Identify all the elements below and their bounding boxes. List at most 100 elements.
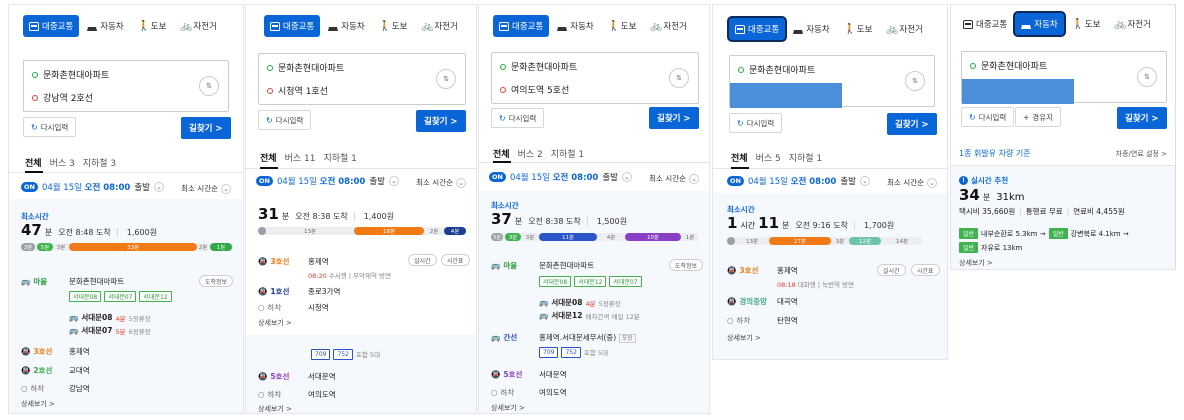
step-name[interactable]: 시청역 <box>308 302 329 313</box>
destination-field[interactable]: 시청역 1호선 <box>267 84 328 97</box>
step-name[interactable]: 교대역 <box>69 365 90 376</box>
step-name[interactable]: 문화촌현대아파트 <box>69 276 124 287</box>
reset-button[interactable]: ↻ 다시입력 <box>258 110 312 130</box>
departure-time-selector[interactable]: ON 04월 15일 오전 08:00 출발 ⌄ <box>489 171 632 183</box>
reset-button[interactable]: ↻ 다시입력 <box>491 108 545 128</box>
detail-link[interactable]: 상세보기 > <box>727 333 761 343</box>
mode-bike-tab[interactable]: 🚲 자전거 <box>1108 13 1156 35</box>
bus-chip[interactable]: 709 <box>311 349 331 360</box>
search-route-button[interactable]: 길찾기 > <box>1117 107 1167 129</box>
step-name[interactable]: 홍제역 <box>777 265 798 276</box>
realtime-button[interactable]: 실시간 <box>877 264 906 276</box>
bus-chip[interactable]: 709 <box>539 347 559 358</box>
reset-button[interactable]: ↻ 다시입력 <box>729 113 783 133</box>
bus-chip[interactable]: 752 <box>561 347 581 358</box>
bus-chip[interactable]: 서대문12 <box>139 291 172 302</box>
sort-selector[interactable]: 최소 시간순 ⌄ <box>649 173 699 184</box>
reset-button[interactable]: ↻ 다시입력 <box>23 117 77 137</box>
mode-car-tab[interactable]: 자동차 <box>551 15 599 37</box>
tab-subway[interactable]: 지하철 3 <box>83 156 116 169</box>
tab-bus[interactable]: 버스 3 <box>50 156 75 169</box>
step-name[interactable]: 홍제역 <box>69 346 90 357</box>
mode-car-tab[interactable]: 자동차 <box>81 15 129 37</box>
search-route-button[interactable]: 길찾기 > <box>887 113 937 135</box>
mode-transit-tab[interactable]: 대중교통 <box>23 15 80 37</box>
mode-transit-tab[interactable]: 대중교통 <box>729 18 786 40</box>
detail-link[interactable]: 상세보기 > <box>959 258 993 268</box>
destination-field[interactable]: 강남역 2호선 <box>32 91 93 104</box>
swap-icon[interactable]: ⇅ <box>1137 67 1157 87</box>
bus-chip[interactable]: 752 <box>333 349 353 360</box>
step-name[interactable]: 강남역 <box>69 383 90 394</box>
step-name[interactable]: 종로3가역 <box>308 286 340 297</box>
destination-field-masked[interactable] <box>730 83 842 108</box>
mode-walk-tab[interactable]: 🚶 도보 <box>132 15 173 37</box>
tab-all[interactable]: 전체 <box>731 151 748 164</box>
detail-link[interactable]: 상세보기 > <box>491 403 525 413</box>
origin-field[interactable]: 문화촌현대아파트 <box>970 59 1047 72</box>
swap-icon[interactable]: ⇅ <box>905 71 925 91</box>
result-item[interactable]: 최소시간 47 분 오전 8:48 도착 | 1,600원 3분 5분 3분 33분 … <box>9 199 243 413</box>
bus-chip[interactable]: 서대문12 <box>574 276 607 287</box>
result-item-extended[interactable]: 709 752 포함 5대 🚇 5호선 서대문역 ○ 하차 여의도역 상세보기 > <box>246 335 476 413</box>
add-waypoint-button[interactable]: + 경유지 <box>1015 107 1061 127</box>
tab-subway[interactable]: 지하철 1 <box>323 151 356 164</box>
mode-walk-tab[interactable]: 🚶 도보 <box>1066 13 1107 35</box>
result-item[interactable]: 31 분 오전 8:38 도착 | 1,400원 13분 18분 2분 4분 🚇 3호선… <box>246 193 476 333</box>
departure-time-selector[interactable]: ON 04월 15일 오전 08:00 출발 ⌄ <box>727 175 870 187</box>
realtime-button[interactable]: 실시간 <box>408 254 437 266</box>
mode-walk-tab[interactable]: 🚶 도보 <box>838 18 879 40</box>
arrival-info-button[interactable]: 도착정보 <box>669 259 704 271</box>
mode-transit-tab[interactable]: 대중교통 <box>493 15 550 37</box>
departure-time-selector[interactable]: ON 04월 15일 오전 08:00 출발 ⌄ <box>21 181 164 193</box>
sort-selector[interactable]: 최소 시간순 ⌄ <box>887 177 937 188</box>
step-name[interactable]: 홍제역.서대문세무서(중) 포함 <box>539 332 636 343</box>
mode-car-tab[interactable]: 자동차 <box>787 18 835 40</box>
origin-field[interactable]: 문화촌현대아파트 <box>32 68 109 81</box>
mode-walk-tab[interactable]: 🚶 도보 <box>373 15 414 37</box>
schedule-button[interactable]: 시간표 <box>911 264 940 276</box>
car-setting-link[interactable]: 차종/연료 설정 > <box>1116 149 1167 159</box>
bus-chip[interactable]: 서대문07 <box>609 276 642 287</box>
swap-icon[interactable]: ⇅ <box>669 68 689 88</box>
origin-field[interactable]: 문화촌현대아파트 <box>738 63 815 76</box>
departure-time-selector[interactable]: ON 04월 15일 오전 08:00 출발 ⌄ <box>256 175 399 187</box>
mode-walk-tab[interactable]: 🚶 도보 <box>602 15 643 37</box>
swap-icon[interactable]: ⇅ <box>199 76 219 96</box>
origin-field[interactable]: 문화촌현대아파트 <box>267 61 344 74</box>
car-route-item[interactable]: ! 실시간 추천 34 분 31km 택시비 35,660원 | 통행료 무료 | 연료비 … <box>951 166 1175 269</box>
tab-all[interactable]: 전체 <box>493 147 510 160</box>
detail-link[interactable]: 상세보기 > <box>258 404 292 413</box>
sort-selector[interactable]: 최소 시간순 ⌄ <box>181 183 231 194</box>
result-item[interactable]: 최소시간 37 분 오전 8:38 도착 | 1,500원 3분 3분 3분 11분 … <box>479 191 709 413</box>
arrival-info-button[interactable]: 도착정보 <box>199 275 234 287</box>
sort-selector[interactable]: 최소 시간순 ⌄ <box>416 177 466 188</box>
tab-bus[interactable]: 버스 5 <box>756 151 781 164</box>
reset-button[interactable]: ↻ 다시입력 <box>961 107 1015 127</box>
tab-all[interactable]: 전체 <box>260 151 277 164</box>
step-name[interactable]: 홍제역 <box>308 256 329 267</box>
result-item[interactable]: 최소시간 1 시간 11 분 오전 9:16 도착 | 1,700원 13분 27분 3… <box>713 193 947 359</box>
mode-car-tab[interactable]: 자동차 <box>322 15 370 37</box>
mode-bike-tab[interactable]: 🚲 자전거 <box>415 15 463 37</box>
step-name[interactable]: 서대문역 <box>308 371 336 382</box>
step-name[interactable]: 대곡역 <box>777 296 798 307</box>
tab-bus[interactable]: 버스 11 <box>285 151 316 164</box>
swap-icon[interactable]: ⇅ <box>436 69 456 89</box>
detail-link[interactable]: 상세보기 > <box>258 318 292 328</box>
mode-bike-tab[interactable]: 🚲 자전거 <box>880 18 928 40</box>
search-route-button[interactable]: 길찾기 > <box>649 107 699 129</box>
schedule-button[interactable]: 시간표 <box>441 254 470 266</box>
step-name[interactable]: 문화촌현대아파트 <box>539 260 594 271</box>
mode-bike-tab[interactable]: 🚲 자전거 <box>174 15 222 37</box>
detail-link[interactable]: 상세보기 > <box>21 399 55 409</box>
tab-bus[interactable]: 버스 2 <box>518 147 543 160</box>
mode-transit-tab[interactable]: 대중교통 <box>957 13 1013 35</box>
bus-chip[interactable]: 서대문08 <box>69 291 102 302</box>
tab-subway[interactable]: 지하철 1 <box>789 151 822 164</box>
destination-field[interactable]: 여의도역 5호선 <box>500 83 569 96</box>
mode-transit-tab[interactable]: 대중교통 <box>264 15 321 37</box>
search-route-button[interactable]: 길찾기 > <box>416 110 466 132</box>
mode-car-tab[interactable]: 자동차 <box>1015 13 1064 35</box>
destination-field-masked[interactable] <box>962 79 1074 104</box>
